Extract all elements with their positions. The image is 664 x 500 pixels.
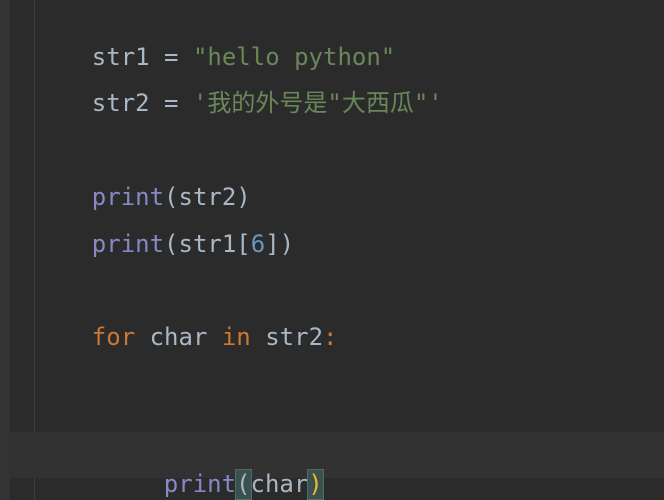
token-paren-close: )	[280, 230, 294, 258]
token-variable: str2	[265, 323, 323, 351]
token-variable: str1	[179, 230, 237, 258]
token-space	[251, 323, 265, 351]
token-keyword-for: for	[92, 323, 135, 351]
token-operator: =	[150, 89, 193, 117]
token-keyword-in: in	[222, 323, 251, 351]
code-line-2[interactable]: str2 = '我的外号是"大西瓜"'	[34, 60, 443, 146]
token-variable: char	[150, 323, 208, 351]
token-bracket-open: [	[236, 230, 250, 258]
code-editor[interactable]: str1 = "hello python" str2 = '我的外号是"大西瓜"…	[0, 0, 664, 500]
token-space	[135, 323, 149, 351]
token-paren-open: (	[164, 230, 178, 258]
token-builtin: print	[92, 230, 164, 258]
token-variable: str2	[92, 89, 150, 117]
token-colon: :	[323, 323, 337, 351]
matched-paren-close: )	[308, 470, 322, 499]
token-number: 6	[251, 230, 265, 258]
token-bracket-close: ]	[265, 230, 279, 258]
code-line-4[interactable]: print(str1[6])	[34, 201, 294, 287]
editor-gutter	[0, 0, 10, 500]
token-string: '我的外号是"大西瓜"'	[193, 89, 443, 117]
code-line-5[interactable]: for char in str2:	[34, 294, 337, 380]
matched-paren-open: (	[236, 470, 250, 499]
token-variable: char	[251, 470, 309, 498]
code-line-6[interactable]: print(char)	[106, 441, 323, 500]
token-builtin: print	[164, 470, 236, 498]
token-space	[207, 323, 221, 351]
